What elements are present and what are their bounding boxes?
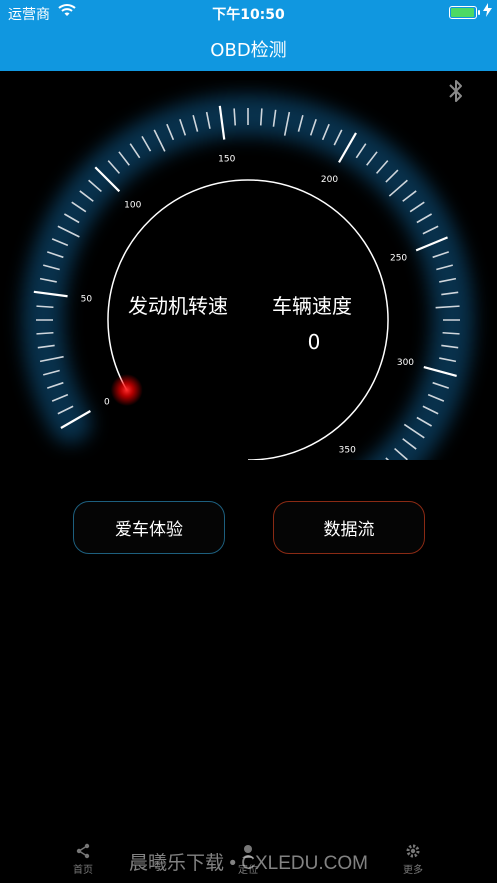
engine-rpm-label: 发动机转速: [128, 294, 228, 318]
gauge-tick-label: 300: [397, 358, 414, 368]
gauge-minor-tick: [233, 108, 237, 126]
speedometer-gauge: 050100150200250300350400: [22, 94, 474, 460]
gauge-minor-tick: [442, 331, 460, 335]
gauge-inner-arc: [107, 179, 389, 460]
car-experience-button[interactable]: 爱车体验: [73, 501, 225, 554]
gauge-minor-tick: [259, 108, 263, 126]
vehicle-speed-value: 0: [307, 330, 321, 354]
gauge-tick-label: 100: [124, 201, 141, 211]
gauge-tick-label: 0: [104, 398, 110, 408]
gauge-tick-label: 350: [339, 445, 356, 455]
gauge-minor-tick: [36, 331, 54, 335]
charging-icon: [483, 3, 492, 21]
gauge-tick-label: 250: [390, 254, 407, 264]
gauge-tick-label: 200: [321, 175, 338, 185]
gauge-tick-label: 150: [218, 154, 235, 164]
battery-icon: [449, 6, 477, 19]
gauge-minor-tick: [36, 305, 54, 309]
battery-cap: [478, 10, 480, 15]
rpm-needle-indicator: [110, 374, 143, 406]
gauge-tick-label: 50: [81, 295, 93, 305]
watermark-text: 晨曦乐下载 • CXLEDU.COM: [129, 853, 368, 874]
gauge-glow-ring: [22, 94, 474, 460]
data-stream-button[interactable]: 数据流: [273, 501, 425, 554]
navigation-bar: 运营商 下午10:50 OBD检测: [0, 0, 497, 71]
status-bar: 运营商 下午10:50: [0, 0, 497, 26]
gauge-glow: [22, 94, 474, 460]
status-time: 下午10:50: [212, 7, 285, 23]
page-title: OBD检测: [210, 40, 287, 61]
vehicle-speed-label: 车辆速度: [272, 294, 352, 318]
